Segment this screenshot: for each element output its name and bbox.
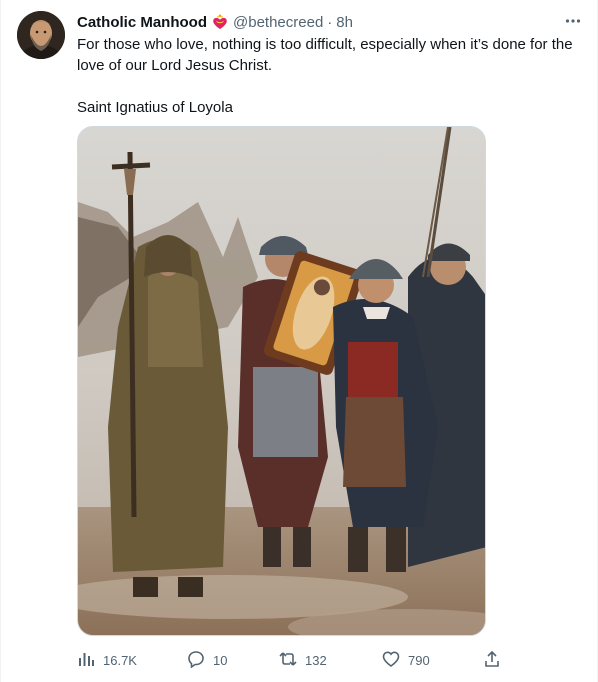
author-handle[interactable]: @bethecreed — [233, 14, 323, 31]
retweet-count: 132 — [305, 652, 327, 668]
avatar-image — [17, 11, 65, 59]
more-icon[interactable] — [560, 10, 586, 32]
heart-icon — [382, 650, 400, 671]
analytics-icon — [77, 650, 95, 671]
share-action[interactable] — [483, 648, 501, 672]
retweet-icon — [279, 650, 297, 671]
tweet-signature: Saint Ignatius of Loyola — [77, 99, 233, 116]
separator: · — [327, 13, 333, 31]
reply-count: 10 — [213, 652, 228, 668]
tweet-text: For those who love, nothing is too diffi… — [77, 34, 587, 118]
author-name[interactable]: Catholic Manhood — [77, 14, 207, 31]
painting-image — [78, 127, 485, 635]
timestamp[interactable]: 8h — [336, 14, 353, 31]
sacred-heart-icon — [211, 13, 229, 31]
tweet-quote: For those who love, nothing is too diffi… — [77, 36, 573, 74]
retweet-action[interactable]: 132 — [279, 648, 327, 672]
share-icon — [483, 650, 501, 671]
like-count: 790 — [408, 652, 430, 668]
reply-action[interactable]: 10 — [187, 648, 227, 672]
views-action[interactable]: 16.7K — [77, 648, 137, 672]
reply-icon — [187, 650, 205, 671]
tweet-header: Catholic Manhood @bethecreed · 8h — [77, 12, 353, 32]
tweet-actions: 16.7K 10 132 790 — [77, 648, 507, 672]
tweet-media[interactable] — [77, 126, 486, 636]
views-count: 16.7K — [103, 652, 137, 668]
like-action[interactable]: 790 — [382, 648, 430, 672]
avatar[interactable] — [17, 11, 65, 59]
